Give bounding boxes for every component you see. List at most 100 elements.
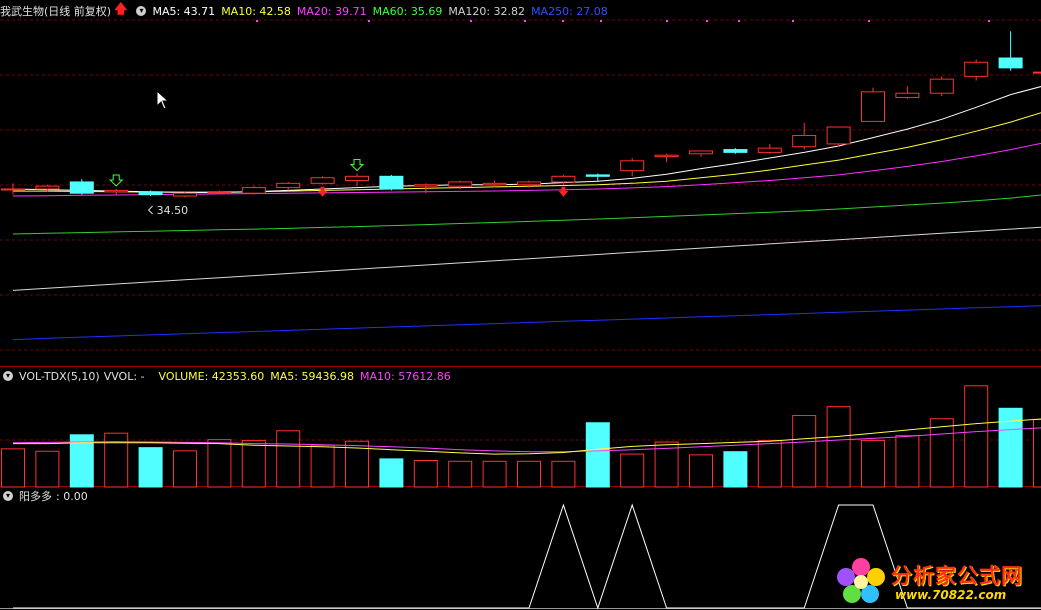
candle-body (757, 147, 782, 153)
candle-body (173, 192, 197, 197)
candle-body (620, 160, 645, 172)
volume-bar (620, 453, 645, 488)
ma-label-2: MA20: 39.71 (296, 4, 367, 18)
volume-bar (551, 460, 576, 488)
candle-body (689, 150, 713, 155)
candle-body (207, 192, 232, 194)
ma120-line (12, 226, 1041, 291)
watermark-url: www.70822.com (895, 588, 1007, 602)
sell-signal-icon (317, 186, 328, 197)
yang-indicator-title: 阳多多 (19, 490, 52, 503)
volume-bar (276, 430, 301, 488)
low-pointer (147, 205, 153, 215)
volume-bar (413, 459, 438, 488)
volume-bar (379, 458, 404, 488)
volume-ma10-line (12, 427, 1041, 453)
volume-bar (689, 454, 713, 488)
buy-signal-icon (349, 158, 365, 172)
volume-indicator-title: VOL-TDX(5,10) (19, 369, 100, 383)
ma-label-0: MA5: 43.71 (152, 4, 216, 18)
volume-ma5-line (13, 418, 1041, 455)
up-arrow-icon: 🡅 (114, 2, 128, 17)
candle-body (654, 154, 679, 158)
volume-bar (517, 460, 541, 488)
candle-body (585, 174, 610, 177)
candle-body (1, 188, 25, 191)
volume-bar (310, 444, 335, 488)
ma250-line (12, 305, 1041, 341)
ma-label-4: MA120: 32.82 (448, 4, 526, 18)
candle-body (792, 134, 817, 148)
sell-signal-icon (558, 186, 569, 197)
ma-label-3: MA60: 35.69 (372, 4, 443, 18)
indicator-menu-icon[interactable]: ▾ (136, 6, 147, 16)
volume-bar (207, 439, 232, 488)
volume-bar (241, 439, 266, 488)
marker-dot (666, 20, 668, 22)
candle-body (826, 126, 851, 145)
flower-logo-icon (837, 558, 885, 603)
volume-bar (826, 406, 851, 488)
main-panel-header: 我武生物(日线 前复权) 🡅 ▾ MA5: 43.71 MA10: 42.58 MA… (0, 2, 614, 20)
low-price-label: 34.50 (157, 204, 189, 217)
yang-menu-icon[interactable]: ▾ (3, 491, 13, 501)
marker-dot (706, 20, 708, 22)
volume-bar (173, 450, 197, 488)
marker-dot (562, 20, 564, 22)
volume-menu-icon[interactable]: ▾ (3, 371, 13, 381)
candle-body (241, 187, 266, 194)
candle-body (448, 181, 473, 187)
candle-body (69, 181, 94, 194)
candle-body (861, 91, 885, 122)
marker-dot (470, 20, 472, 22)
candle-body (998, 57, 1023, 69)
volume-bar (35, 450, 60, 488)
vvol-label: VVOL: - (103, 369, 145, 383)
candle-body (895, 92, 920, 98)
watermark: 分析家公式网 www.70822.com (833, 556, 1033, 606)
candle-body (310, 177, 335, 184)
candle-body (379, 175, 404, 190)
candle-body (35, 185, 60, 190)
buy-signal-icon (108, 174, 124, 187)
marker-dot (524, 20, 526, 22)
candle-body (276, 182, 301, 189)
candle-body (517, 181, 541, 186)
volume-bar (757, 439, 782, 488)
ma-label-1: MA10: 42.58 (221, 4, 291, 18)
stock-title: 我武生物(日线 前复权) (0, 5, 112, 18)
volume-value-label: VOLUME: 42353.60 (158, 369, 265, 383)
candle-body (104, 189, 129, 193)
volume-bar (895, 435, 920, 488)
volume-bar (929, 418, 954, 488)
candle-body (964, 61, 989, 77)
marker-dot (600, 20, 602, 22)
candle-body (723, 149, 748, 153)
volume-bar (482, 460, 507, 488)
watermark-title: 分析家公式网 (891, 564, 1023, 588)
volume-ma5-label: MA5: 59436.98 (270, 369, 354, 383)
marker-dot (868, 20, 870, 22)
volume-bar (448, 460, 473, 488)
marker-dot (792, 20, 794, 22)
volume-panel-header: ▾ VOL-TDX(5,10) VVOL: - VOLUME: 42353.60… (0, 367, 457, 385)
candle-body (929, 78, 954, 94)
volume-bar (723, 451, 748, 488)
ma-label-5: MA250: 27.08 (531, 4, 608, 18)
candle-body (345, 175, 369, 182)
volume-bar (861, 439, 885, 488)
volume-bar (792, 415, 817, 488)
volume-bar (138, 447, 163, 488)
ma5-line (12, 86, 1041, 193)
candle-body (482, 182, 507, 186)
volume-bar (964, 385, 989, 488)
volume-bar (1033, 419, 1041, 488)
yang-indicator-value: : 0.00 (56, 489, 88, 503)
mouse-cursor-icon (156, 90, 170, 110)
candle-body (138, 191, 163, 196)
marker-dot (988, 20, 990, 22)
volume-bar (585, 422, 610, 488)
candle-body (413, 184, 438, 187)
candle-body (1033, 71, 1041, 74)
marker-dot (368, 20, 370, 22)
